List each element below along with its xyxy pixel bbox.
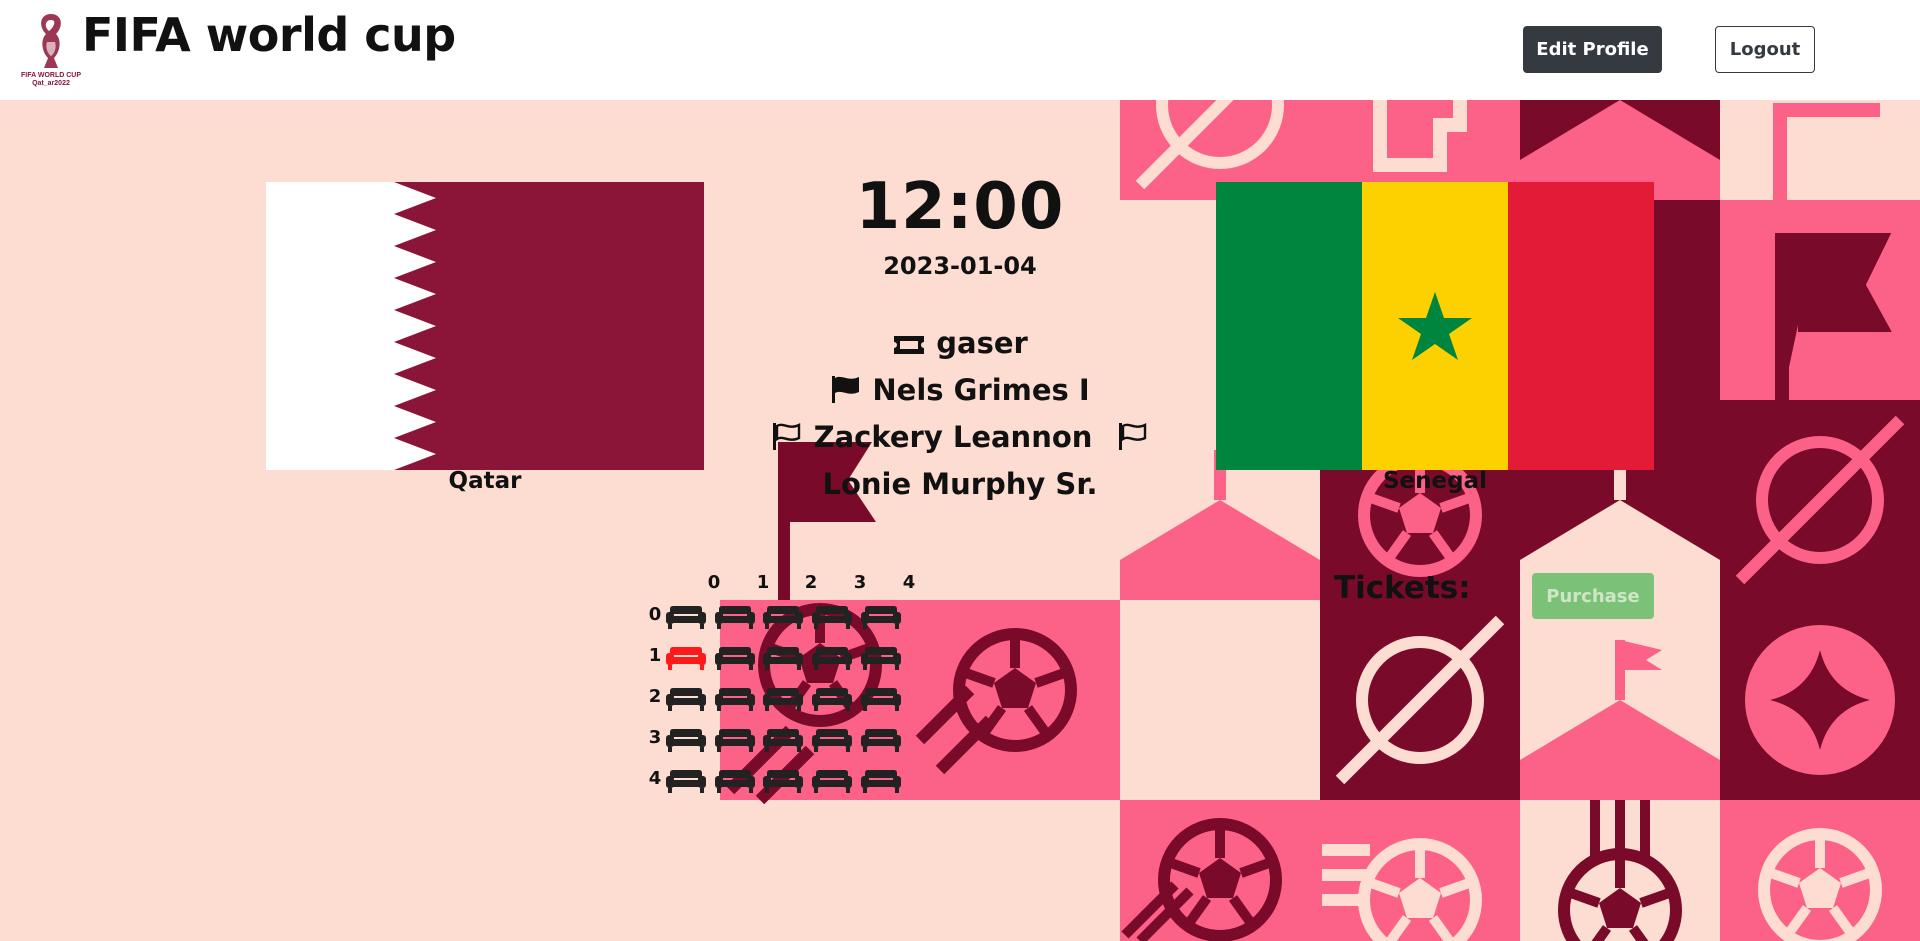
- seat-available-icon[interactable]: [811, 602, 853, 630]
- linesman-line: Zackery Leannon: [660, 420, 1260, 454]
- linesman-1-name: Zackery Leannon: [813, 420, 1093, 454]
- seat-available-icon[interactable]: [665, 725, 707, 753]
- ticket-icon: [894, 336, 925, 354]
- seat-available-icon[interactable]: [665, 766, 707, 794]
- logout-button[interactable]: Logout: [1715, 26, 1815, 73]
- seat-available-icon[interactable]: [811, 684, 853, 712]
- seat-available-icon[interactable]: [665, 684, 707, 712]
- purchase-button[interactable]: Purchase: [1532, 573, 1654, 619]
- home-team-name: Qatar: [448, 468, 522, 494]
- seat-available-icon[interactable]: [714, 643, 756, 671]
- seat-available-icon[interactable]: [714, 684, 756, 712]
- navbar: FIFA WORLD CUP Qat_ar2022 FIFA world cup…: [0, 0, 1920, 100]
- logo-text: FIFA WORLD CUP Qat_ar2022: [20, 72, 81, 87]
- seat-available-icon[interactable]: [714, 766, 756, 794]
- seat-row-label: 4: [648, 768, 662, 789]
- main-referee-name: Nels Grimes I: [872, 373, 1090, 407]
- seat-available-icon[interactable]: [762, 643, 804, 671]
- seat-available-icon[interactable]: [762, 725, 804, 753]
- seat-available-icon[interactable]: [762, 602, 804, 630]
- edit-profile-button[interactable]: Edit Profile: [1523, 26, 1662, 73]
- senegal-flag: [1216, 182, 1654, 470]
- seat-row-label: 2: [648, 686, 662, 707]
- seat-column-label: 2: [804, 572, 818, 593]
- seat-column-label: 0: [707, 572, 721, 593]
- linesman-2-name: Lonie Murphy Sr.: [822, 467, 1098, 501]
- stadium-name: gaser: [936, 326, 1028, 360]
- seat-available-icon[interactable]: [860, 643, 902, 671]
- seat-available-icon[interactable]: [860, 602, 902, 630]
- seat-available-icon[interactable]: [714, 725, 756, 753]
- seat-available-icon[interactable]: [811, 643, 853, 671]
- seat-available-icon[interactable]: [860, 766, 902, 794]
- seat-available-icon[interactable]: [762, 766, 804, 794]
- trophy-icon: [41, 14, 61, 68]
- seat-available-icon[interactable]: [811, 766, 853, 794]
- stadium-line: gaser: [660, 326, 1260, 360]
- seat-column-label: 1: [756, 572, 770, 593]
- away-team-name: Senegal: [1382, 468, 1487, 494]
- seat-available-icon[interactable]: [860, 684, 902, 712]
- seat-available-icon[interactable]: [811, 725, 853, 753]
- seat-reserved-icon[interactable]: [665, 643, 707, 671]
- linesman-2-line: Lonie Murphy Sr.: [660, 467, 1260, 501]
- brand-title[interactable]: FIFA world cup: [82, 8, 456, 62]
- outline-flag-icon: [1118, 423, 1146, 450]
- qatar-flag: [266, 182, 704, 470]
- filled-flag-icon: [832, 376, 860, 403]
- seat-available-icon[interactable]: [860, 725, 902, 753]
- seat-row-label: 3: [648, 727, 662, 748]
- seat-available-icon[interactable]: [762, 684, 804, 712]
- fifa-logo[interactable]: FIFA WORLD CUP Qat_ar2022: [18, 12, 84, 90]
- seat-row-label: 0: [648, 604, 662, 625]
- referee-line: Nels Grimes I: [660, 373, 1260, 407]
- outline-flag-icon: [773, 423, 801, 450]
- match-time: 12:00: [855, 170, 1065, 244]
- match-date: 2023-01-04: [883, 252, 1037, 280]
- seat-available-icon[interactable]: [665, 602, 707, 630]
- tickets-label: Tickets:: [1334, 570, 1471, 606]
- seat-available-icon[interactable]: [714, 602, 756, 630]
- seat-column-label: 4: [902, 572, 916, 593]
- seat-column-label: 3: [853, 572, 867, 593]
- seat-row-label: 1: [648, 645, 662, 666]
